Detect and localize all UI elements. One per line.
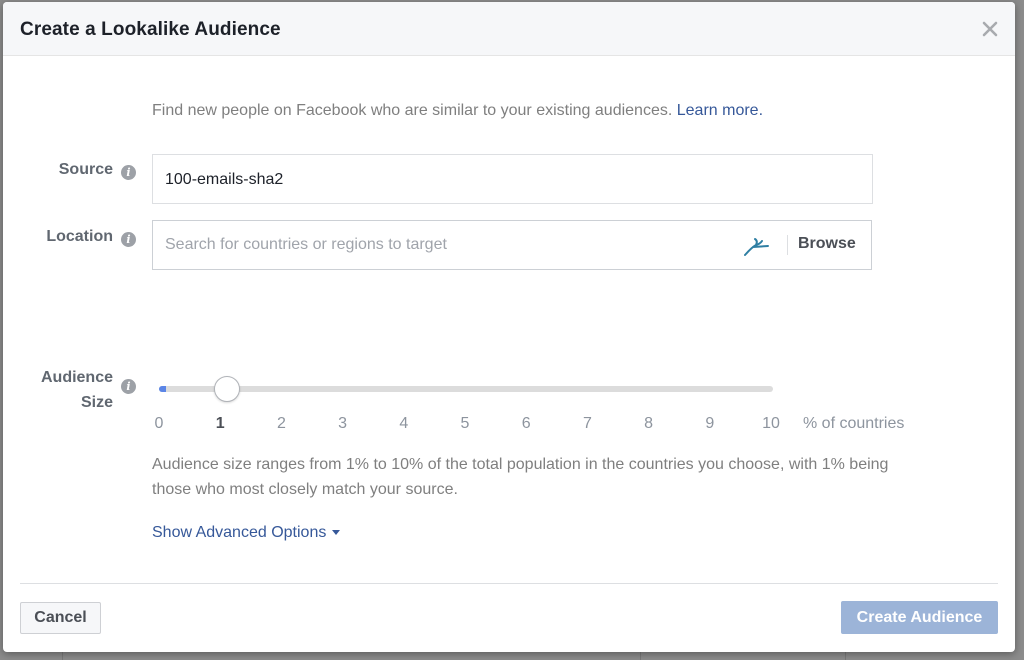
intro-description: Find new people on Facebook who are simi… bbox=[152, 102, 673, 119]
slider-tick-0[interactable]: 0 bbox=[155, 415, 164, 433]
slider-tick-2[interactable]: 2 bbox=[277, 415, 286, 433]
slider-unit-label: % of countries bbox=[803, 415, 905, 432]
slider-fill bbox=[159, 386, 166, 392]
source-info-icon[interactable]: i bbox=[121, 165, 136, 180]
slider-thumb[interactable] bbox=[214, 376, 240, 402]
browse-button[interactable]: Browse bbox=[798, 235, 856, 253]
intro-text: Find new people on Facebook who are simi… bbox=[152, 102, 763, 120]
close-icon bbox=[982, 21, 998, 37]
lookalike-audience-dialog: Create a Lookalike Audience Find new peo… bbox=[3, 2, 1015, 652]
slider-tick-7[interactable]: 7 bbox=[583, 415, 592, 433]
slider-tick-10[interactable]: 10 bbox=[762, 415, 780, 433]
slider-tick-3[interactable]: 3 bbox=[338, 415, 347, 433]
slider-tick-6[interactable]: 6 bbox=[522, 415, 531, 433]
close-button[interactable] bbox=[981, 20, 999, 38]
dialog-header: Create a Lookalike Audience bbox=[3, 2, 1015, 56]
source-field[interactable]: 100-emails-sha2 bbox=[152, 154, 873, 204]
browse-divider bbox=[787, 235, 788, 255]
slider-tick-9[interactable]: 9 bbox=[705, 415, 714, 433]
audience-size-info-icon[interactable]: i bbox=[121, 379, 136, 394]
advanced-options-label: Show Advanced Options bbox=[152, 524, 327, 541]
location-search-input[interactable] bbox=[165, 221, 725, 269]
caret-down-icon bbox=[332, 530, 341, 536]
audience-size-label-line1: Audience bbox=[40, 369, 113, 386]
location-label: Location bbox=[46, 228, 113, 245]
audience-size-help-text: Audience size ranges from 1% to 10% of t… bbox=[152, 456, 889, 498]
slider-track[interactable] bbox=[159, 386, 773, 392]
create-audience-button[interactable]: Create Audience bbox=[841, 601, 998, 634]
globe-icon[interactable] bbox=[742, 235, 772, 257]
slider-tick-8[interactable]: 8 bbox=[644, 415, 653, 433]
footer-divider bbox=[20, 583, 998, 584]
location-field: Browse bbox=[152, 220, 872, 270]
learn-more-link[interactable]: Learn more. bbox=[677, 102, 763, 119]
audience-size-slider[interactable] bbox=[159, 376, 773, 402]
source-label: Source bbox=[58, 161, 113, 178]
cancel-button[interactable]: Cancel bbox=[20, 602, 101, 634]
audience-size-label: Audience Size bbox=[23, 365, 113, 415]
slider-tick-1[interactable]: 1 bbox=[216, 415, 225, 433]
slider-tick-4[interactable]: 4 bbox=[399, 415, 408, 433]
dialog-title: Create a Lookalike Audience bbox=[20, 19, 281, 40]
audience-size-label-line2: Size bbox=[80, 394, 113, 411]
slider-tick-5[interactable]: 5 bbox=[461, 415, 470, 433]
location-info-icon[interactable]: i bbox=[121, 232, 136, 247]
show-advanced-options-link[interactable]: Show Advanced Options bbox=[152, 524, 341, 542]
